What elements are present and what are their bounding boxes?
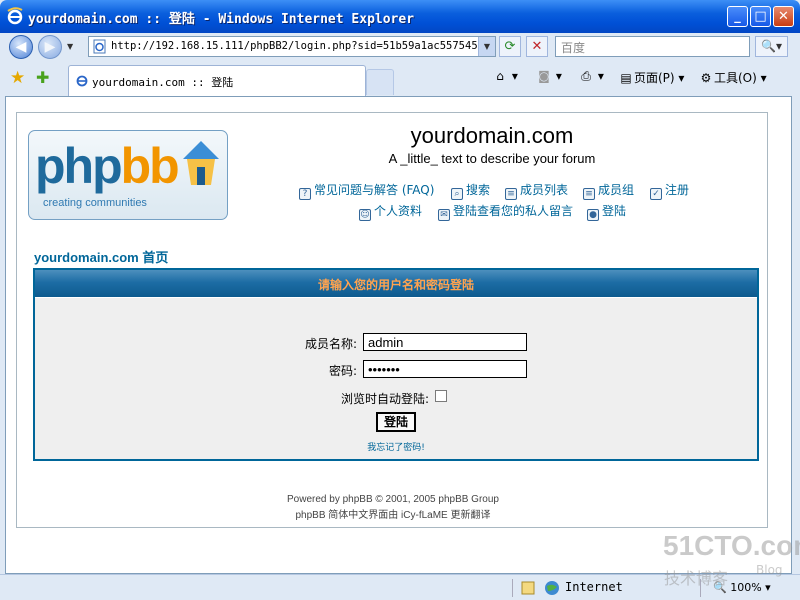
- profile-icon: ☺: [359, 209, 371, 221]
- username-label: 成员名称:: [304, 337, 357, 351]
- login-submit-button[interactable]: 登陆: [376, 412, 416, 432]
- maximize-button[interactable]: □: [750, 6, 771, 27]
- address-dropdown-icon[interactable]: ▼: [478, 37, 495, 56]
- footer-translation: phpBB 简体中文界面由 iCy-fLaME 更新翻译: [295, 510, 491, 521]
- register-icon: ✓: [650, 188, 662, 200]
- history-dropdown-icon[interactable]: ▼: [67, 42, 73, 51]
- faq-icon: ?: [299, 188, 311, 200]
- page-menu[interactable]: ▤ 页面(P) ▾: [618, 69, 684, 86]
- address-toolbar: ◀ ▶ ▼ http://192.168.15.111/phpBB2/login…: [0, 33, 800, 60]
- security-zone-label: Internet: [565, 580, 623, 594]
- browser-viewport: phpbb creating communities yourdomain.co…: [5, 96, 792, 574]
- tab-page-icon: [76, 75, 88, 87]
- username-field[interactable]: admin: [363, 333, 527, 351]
- ie-logo-icon: [7, 7, 23, 25]
- feeds-button[interactable]: ◙ ▾: [536, 69, 562, 83]
- print-button[interactable]: ⎙ ▾: [578, 69, 604, 84]
- nav-register[interactable]: ✓ 注册: [650, 181, 689, 200]
- tools-menu[interactable]: ⚙ 工具(O) ▾: [698, 69, 767, 86]
- logo-tagline: creating communities: [43, 197, 147, 209]
- address-bar[interactable]: http://192.168.15.111/phpBB2/login.php?s…: [88, 36, 496, 57]
- window-titlebar: yourdomain.com :: 登陆 - Windows Internet …: [0, 0, 800, 33]
- forum-page: phpbb creating communities yourdomain.co…: [16, 112, 768, 528]
- login-icon: ●: [587, 209, 599, 221]
- password-label: 密码:: [328, 364, 357, 378]
- forward-button[interactable]: ▶: [38, 35, 62, 59]
- home-button[interactable]: ⌂ ▾: [492, 69, 518, 83]
- usergroups-icon: ≡: [583, 188, 595, 200]
- minimize-button[interactable]: _: [727, 6, 748, 27]
- search-button[interactable]: 🔍▾: [755, 36, 788, 57]
- nav-profile[interactable]: ☺ 个人资料: [359, 202, 422, 221]
- nav-usergroups[interactable]: ≡ 成员组: [583, 181, 634, 200]
- autologin-checkbox[interactable]: [435, 390, 447, 402]
- page-icon: [93, 39, 106, 54]
- refresh-button[interactable]: ⟳: [499, 36, 521, 57]
- printer-icon: ⎙: [581, 69, 591, 83]
- status-divider: [512, 579, 513, 597]
- watermark-blog-cn: 技术博客: [664, 569, 729, 588]
- breadcrumb-home[interactable]: yourdomain.com 首页: [34, 247, 168, 266]
- nav-faq[interactable]: ? 常见问题与解答 (FAQ): [299, 181, 434, 200]
- protected-mode-icon: [521, 581, 535, 595]
- watermark-blog-en: Blog: [756, 563, 783, 577]
- site-name: yourdomain.com: [410, 123, 574, 148]
- search-input[interactable]: 百度: [555, 36, 750, 57]
- login-heading: 请输入您的用户名和密码登陆: [317, 278, 474, 292]
- pm-icon: ✉: [438, 209, 450, 221]
- nav-private-messages[interactable]: ✉ 登陆查看您的私人留言: [438, 202, 573, 221]
- gear-icon: ⚙: [700, 71, 712, 85]
- memberlist-icon: ≡: [505, 188, 517, 200]
- stop-button[interactable]: ✕: [526, 36, 548, 57]
- tab-active[interactable]: yourdomain.com :: 登陆: [68, 65, 366, 96]
- url-text[interactable]: http://192.168.15.111/phpBB2/login.php?s…: [111, 40, 477, 52]
- internet-zone-icon: [545, 581, 559, 595]
- window-title: yourdomain.com :: 登陆 - Windows Internet …: [28, 12, 415, 27]
- rss-icon: ◙: [538, 69, 550, 83]
- logo-text: phpbb: [35, 138, 180, 194]
- page-menu-icon: ▤: [620, 71, 632, 85]
- search-icon: ⌕: [451, 188, 463, 200]
- add-favorite-icon[interactable]: ✚: [36, 68, 49, 87]
- favorites-star-icon[interactable]: ★: [10, 68, 25, 88]
- home-icon: ⌂: [496, 69, 504, 83]
- site-description: A _little_ text to describe your forum: [388, 151, 596, 166]
- logo-house-icon: [183, 141, 219, 185]
- close-button[interactable]: ✕: [773, 6, 794, 27]
- watermark-51cto: 51CTO.com: [663, 530, 800, 561]
- nav-search[interactable]: ⌕ 搜索: [451, 181, 490, 200]
- phpbb-logo[interactable]: phpbb creating communities: [28, 130, 228, 220]
- tools-menu-label: 工具(O): [714, 71, 757, 85]
- password-field[interactable]: •••••••: [363, 360, 527, 378]
- forgot-password-link[interactable]: 我忘记了密码!: [35, 440, 757, 453]
- tab-toolbar: ★ ✚ yourdomain.com :: 登陆 ⌂ ▾ ◙ ▾ ⎙ ▾ ▤ 页面…: [0, 60, 800, 96]
- back-button[interactable]: ◀: [9, 35, 33, 59]
- new-tab-button[interactable]: [366, 69, 394, 95]
- login-panel: 请输入您的用户名和密码登陆 成员名称: admin 密码: ••••••• 浏览…: [33, 268, 759, 461]
- nav-login[interactable]: ● 登陆: [587, 202, 626, 221]
- footer-powered-by: Powered by phpBB © 2001, 2005 phpBB Grou…: [287, 494, 499, 505]
- page-menu-label: 页面(P): [634, 71, 675, 85]
- tab-label: yourdomain.com :: 登陆: [92, 76, 234, 89]
- autologin-label: 浏览时自动登陆:: [340, 392, 429, 406]
- nav-memberlist[interactable]: ≡ 成员列表: [505, 181, 568, 200]
- login-panel-header: 请输入您的用户名和密码登陆: [35, 270, 757, 298]
